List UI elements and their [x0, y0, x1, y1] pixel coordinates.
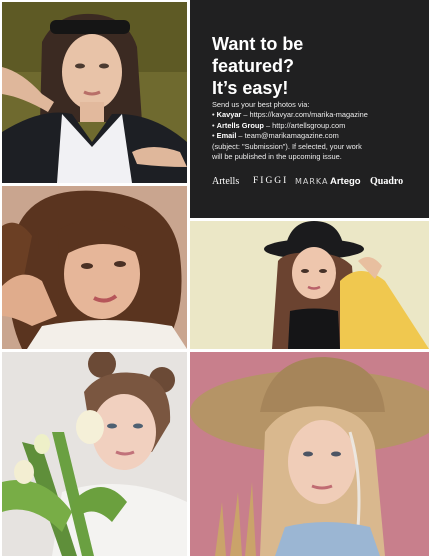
- headline-line-1: Want to be: [212, 34, 304, 54]
- photo-girl-black-hat: [190, 221, 429, 349]
- list-item-email[interactable]: • Email – team@marikamagazine.com: [212, 131, 422, 141]
- headline: Want to be featured? It’s easy!: [212, 33, 412, 99]
- item-name: Email: [216, 131, 237, 141]
- intro-text: Send us your best photos via:: [212, 100, 310, 109]
- item-name: Artells Group: [216, 120, 264, 130]
- artells-logo: Artells: [212, 176, 240, 187]
- item-detail: – http://artellsgroup.com: [263, 120, 346, 130]
- quadro-logo: Quadro: [370, 176, 404, 187]
- item-detail: – https://kavyar.com/marika-magazine: [241, 110, 368, 120]
- photo-girl-curly-hair: [2, 186, 187, 349]
- submission-info-panel: Want to be featured? It’s easy! Send us …: [190, 0, 429, 218]
- headline-line-2: featured?: [212, 56, 295, 76]
- note-line-1: (subject: "Submission"). If selected, yo…: [212, 141, 362, 151]
- photo-girl-tulips: [2, 352, 187, 556]
- submission-instructions: Send us your best photos via: • Kavyar –…: [212, 100, 422, 162]
- marka-logo: MARKA: [295, 177, 329, 186]
- note-line-2: will be published in the upcoming issue.: [212, 152, 342, 162]
- item-detail: – team@marikamagazine.com: [236, 131, 339, 141]
- list-item-kavyar[interactable]: • Kavyar – https://kavyar.com/marika-mag…: [212, 110, 422, 120]
- partner-logos: Artells FIGGI MARKA Artego Quadro: [212, 176, 424, 190]
- photo-girl-straw-hat: [190, 352, 429, 556]
- artego-logo: Artego: [330, 176, 361, 187]
- headline-line-3: It’s easy!: [212, 78, 289, 98]
- list-item-artells[interactable]: • Artells Group – http://artellsgroup.co…: [212, 121, 422, 131]
- photo-girl-headband: [2, 2, 187, 183]
- figgi-logo: FIGGI: [253, 176, 289, 186]
- item-name: Kavyar: [216, 110, 242, 120]
